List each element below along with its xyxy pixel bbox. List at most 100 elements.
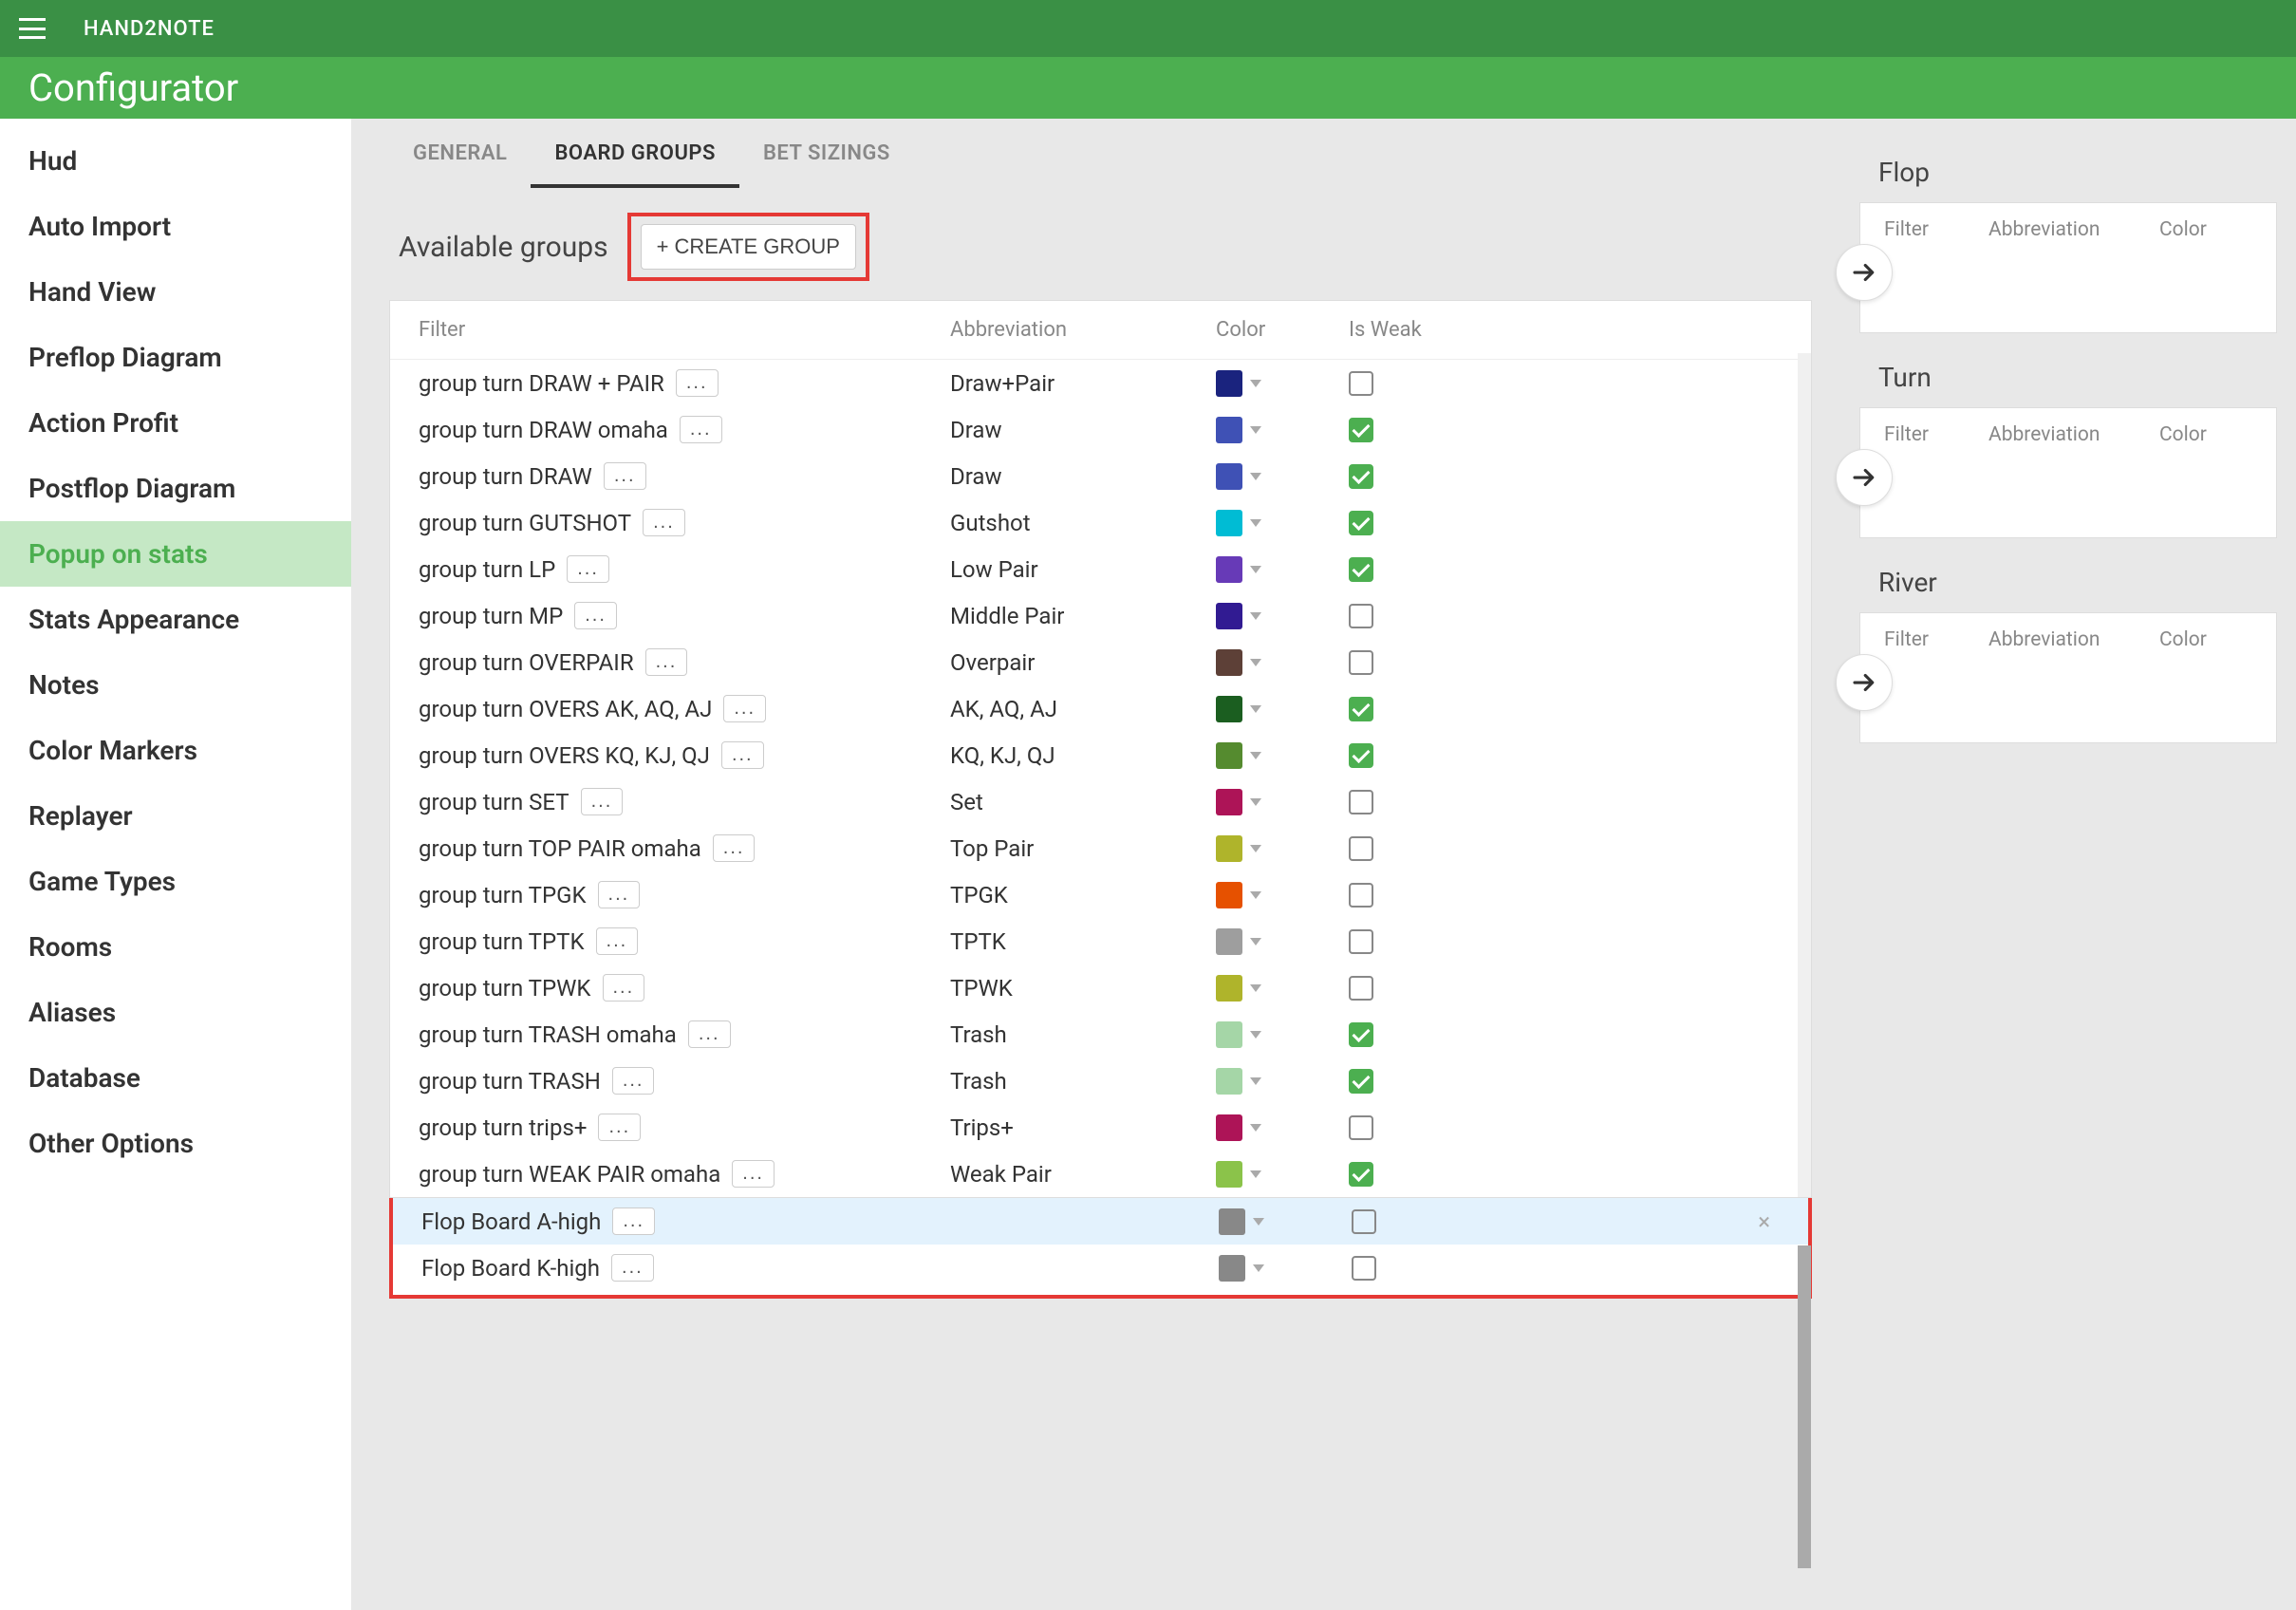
sidebar-item-color-markers[interactable]: Color Markers: [0, 718, 351, 783]
create-group-button[interactable]: + CREATE GROUP: [641, 224, 856, 270]
table-row[interactable]: group turn TOP PAIR omaha...Top Pair: [390, 825, 1811, 871]
table-row[interactable]: group turn OVERPAIR...Overpair: [390, 639, 1811, 685]
close-icon[interactable]: ×: [1748, 1208, 1780, 1235]
is-weak-checkbox[interactable]: [1349, 697, 1373, 721]
color-swatch[interactable]: [1216, 1068, 1242, 1095]
color-swatch[interactable]: [1216, 510, 1242, 536]
sidebar-item-game-types[interactable]: Game Types: [0, 849, 351, 914]
more-button[interactable]: ...: [713, 834, 756, 862]
is-weak-checkbox[interactable]: [1349, 511, 1373, 535]
sidebar-item-hand-view[interactable]: Hand View: [0, 259, 351, 325]
is-weak-checkbox[interactable]: [1349, 883, 1373, 908]
color-swatch[interactable]: [1216, 882, 1242, 908]
color-swatch[interactable]: [1216, 649, 1242, 676]
more-button[interactable]: ...: [611, 1254, 654, 1282]
chevron-down-icon[interactable]: [1250, 1124, 1261, 1132]
is-weak-checkbox[interactable]: [1349, 650, 1373, 675]
is-weak-checkbox[interactable]: [1349, 976, 1373, 1001]
table-row[interactable]: group turn TPWK...TPWK: [390, 964, 1811, 1011]
more-button[interactable]: ...: [581, 788, 624, 815]
sidebar-item-other-options[interactable]: Other Options: [0, 1111, 351, 1176]
assign-arrow-button[interactable]: [1836, 654, 1893, 711]
sidebar-item-hud[interactable]: Hud: [0, 128, 351, 194]
is-weak-checkbox[interactable]: [1349, 418, 1373, 442]
chevron-down-icon[interactable]: [1250, 566, 1261, 573]
is-weak-checkbox[interactable]: [1349, 464, 1373, 489]
color-swatch[interactable]: [1216, 417, 1242, 443]
table-row[interactable]: group turn DRAW...Draw: [390, 453, 1811, 499]
table-row[interactable]: group turn DRAW omaha...Draw: [390, 406, 1811, 453]
is-weak-checkbox[interactable]: [1349, 1022, 1373, 1047]
sidebar-item-rooms[interactable]: Rooms: [0, 914, 351, 980]
table-row[interactable]: group turn TRASH...Trash: [390, 1058, 1811, 1104]
more-button[interactable]: ...: [596, 927, 639, 955]
chevron-down-icon[interactable]: [1250, 1077, 1261, 1085]
hamburger-icon[interactable]: [19, 18, 46, 39]
more-button[interactable]: ...: [604, 462, 646, 490]
more-button[interactable]: ...: [645, 648, 688, 676]
assign-arrow-button[interactable]: [1836, 244, 1893, 301]
chevron-down-icon[interactable]: [1250, 519, 1261, 527]
more-button[interactable]: ...: [567, 555, 609, 583]
table-row[interactable]: group turn SET...Set: [390, 778, 1811, 825]
sidebar-item-replayer[interactable]: Replayer: [0, 783, 351, 849]
sidebar-item-action-profit[interactable]: Action Profit: [0, 390, 351, 456]
sidebar-item-aliases[interactable]: Aliases: [0, 980, 351, 1045]
chevron-down-icon[interactable]: [1250, 798, 1261, 806]
color-swatch[interactable]: [1216, 603, 1242, 629]
color-swatch[interactable]: [1216, 370, 1242, 397]
sidebar-item-database[interactable]: Database: [0, 1045, 351, 1111]
more-button[interactable]: ...: [723, 695, 766, 722]
is-weak-checkbox[interactable]: [1349, 1069, 1373, 1094]
is-weak-checkbox[interactable]: [1349, 929, 1373, 954]
chevron-down-icon[interactable]: [1250, 938, 1261, 945]
more-button[interactable]: ...: [676, 369, 719, 397]
table-row[interactable]: group turn MP...Middle Pair: [390, 592, 1811, 639]
is-weak-checkbox[interactable]: [1349, 743, 1373, 768]
table-row[interactable]: Flop Board A-high...×: [393, 1198, 1808, 1245]
table-row[interactable]: group turn TRASH omaha...Trash: [390, 1011, 1811, 1058]
color-swatch[interactable]: [1219, 1255, 1245, 1282]
chevron-down-icon[interactable]: [1250, 705, 1261, 713]
chevron-down-icon[interactable]: [1250, 1170, 1261, 1178]
more-button[interactable]: ...: [680, 416, 722, 443]
more-button[interactable]: ...: [598, 881, 641, 908]
assign-arrow-button[interactable]: [1836, 449, 1893, 506]
scrollbar-thumb[interactable]: [1798, 1245, 1811, 1568]
color-swatch[interactable]: [1216, 789, 1242, 815]
table-row[interactable]: group turn TPGK...TPGK: [390, 871, 1811, 918]
tab-board-groups[interactable]: BOARD GROUPS: [531, 119, 739, 188]
is-weak-checkbox[interactable]: [1349, 836, 1373, 861]
tab-general[interactable]: GENERAL: [389, 119, 531, 188]
more-button[interactable]: ...: [643, 509, 685, 536]
is-weak-checkbox[interactable]: [1349, 1162, 1373, 1187]
more-button[interactable]: ...: [732, 1160, 775, 1188]
sidebar-item-postflop-diagram[interactable]: Postflop Diagram: [0, 456, 351, 521]
table-row[interactable]: group turn trips+...Trips+: [390, 1104, 1811, 1151]
table-row[interactable]: group turn TPTK...TPTK: [390, 918, 1811, 964]
more-button[interactable]: ...: [574, 602, 617, 629]
color-swatch[interactable]: [1219, 1208, 1245, 1235]
tab-bet-sizings[interactable]: BET SIZINGS: [739, 119, 914, 188]
chevron-down-icon[interactable]: [1250, 473, 1261, 480]
color-swatch[interactable]: [1216, 1021, 1242, 1048]
scrollbar-track[interactable]: [1798, 353, 1811, 1197]
is-weak-checkbox[interactable]: [1349, 790, 1373, 814]
color-swatch[interactable]: [1216, 1161, 1242, 1188]
is-weak-checkbox[interactable]: [1349, 371, 1373, 396]
more-button[interactable]: ...: [598, 1114, 641, 1141]
table-row[interactable]: Flop Board K-high...: [393, 1245, 1808, 1291]
chevron-down-icon[interactable]: [1250, 612, 1261, 620]
color-swatch[interactable]: [1216, 742, 1242, 769]
chevron-down-icon[interactable]: [1253, 1218, 1264, 1226]
is-weak-checkbox[interactable]: [1349, 557, 1373, 582]
chevron-down-icon[interactable]: [1250, 380, 1261, 387]
more-button[interactable]: ...: [612, 1067, 655, 1095]
table-row[interactable]: group turn DRAW + PAIR...Draw+Pair: [390, 360, 1811, 406]
chevron-down-icon[interactable]: [1250, 984, 1261, 992]
color-swatch[interactable]: [1216, 975, 1242, 1002]
is-weak-checkbox[interactable]: [1352, 1209, 1376, 1234]
sidebar-item-preflop-diagram[interactable]: Preflop Diagram: [0, 325, 351, 390]
sidebar-item-stats-appearance[interactable]: Stats Appearance: [0, 587, 351, 652]
more-button[interactable]: ...: [603, 974, 645, 1002]
